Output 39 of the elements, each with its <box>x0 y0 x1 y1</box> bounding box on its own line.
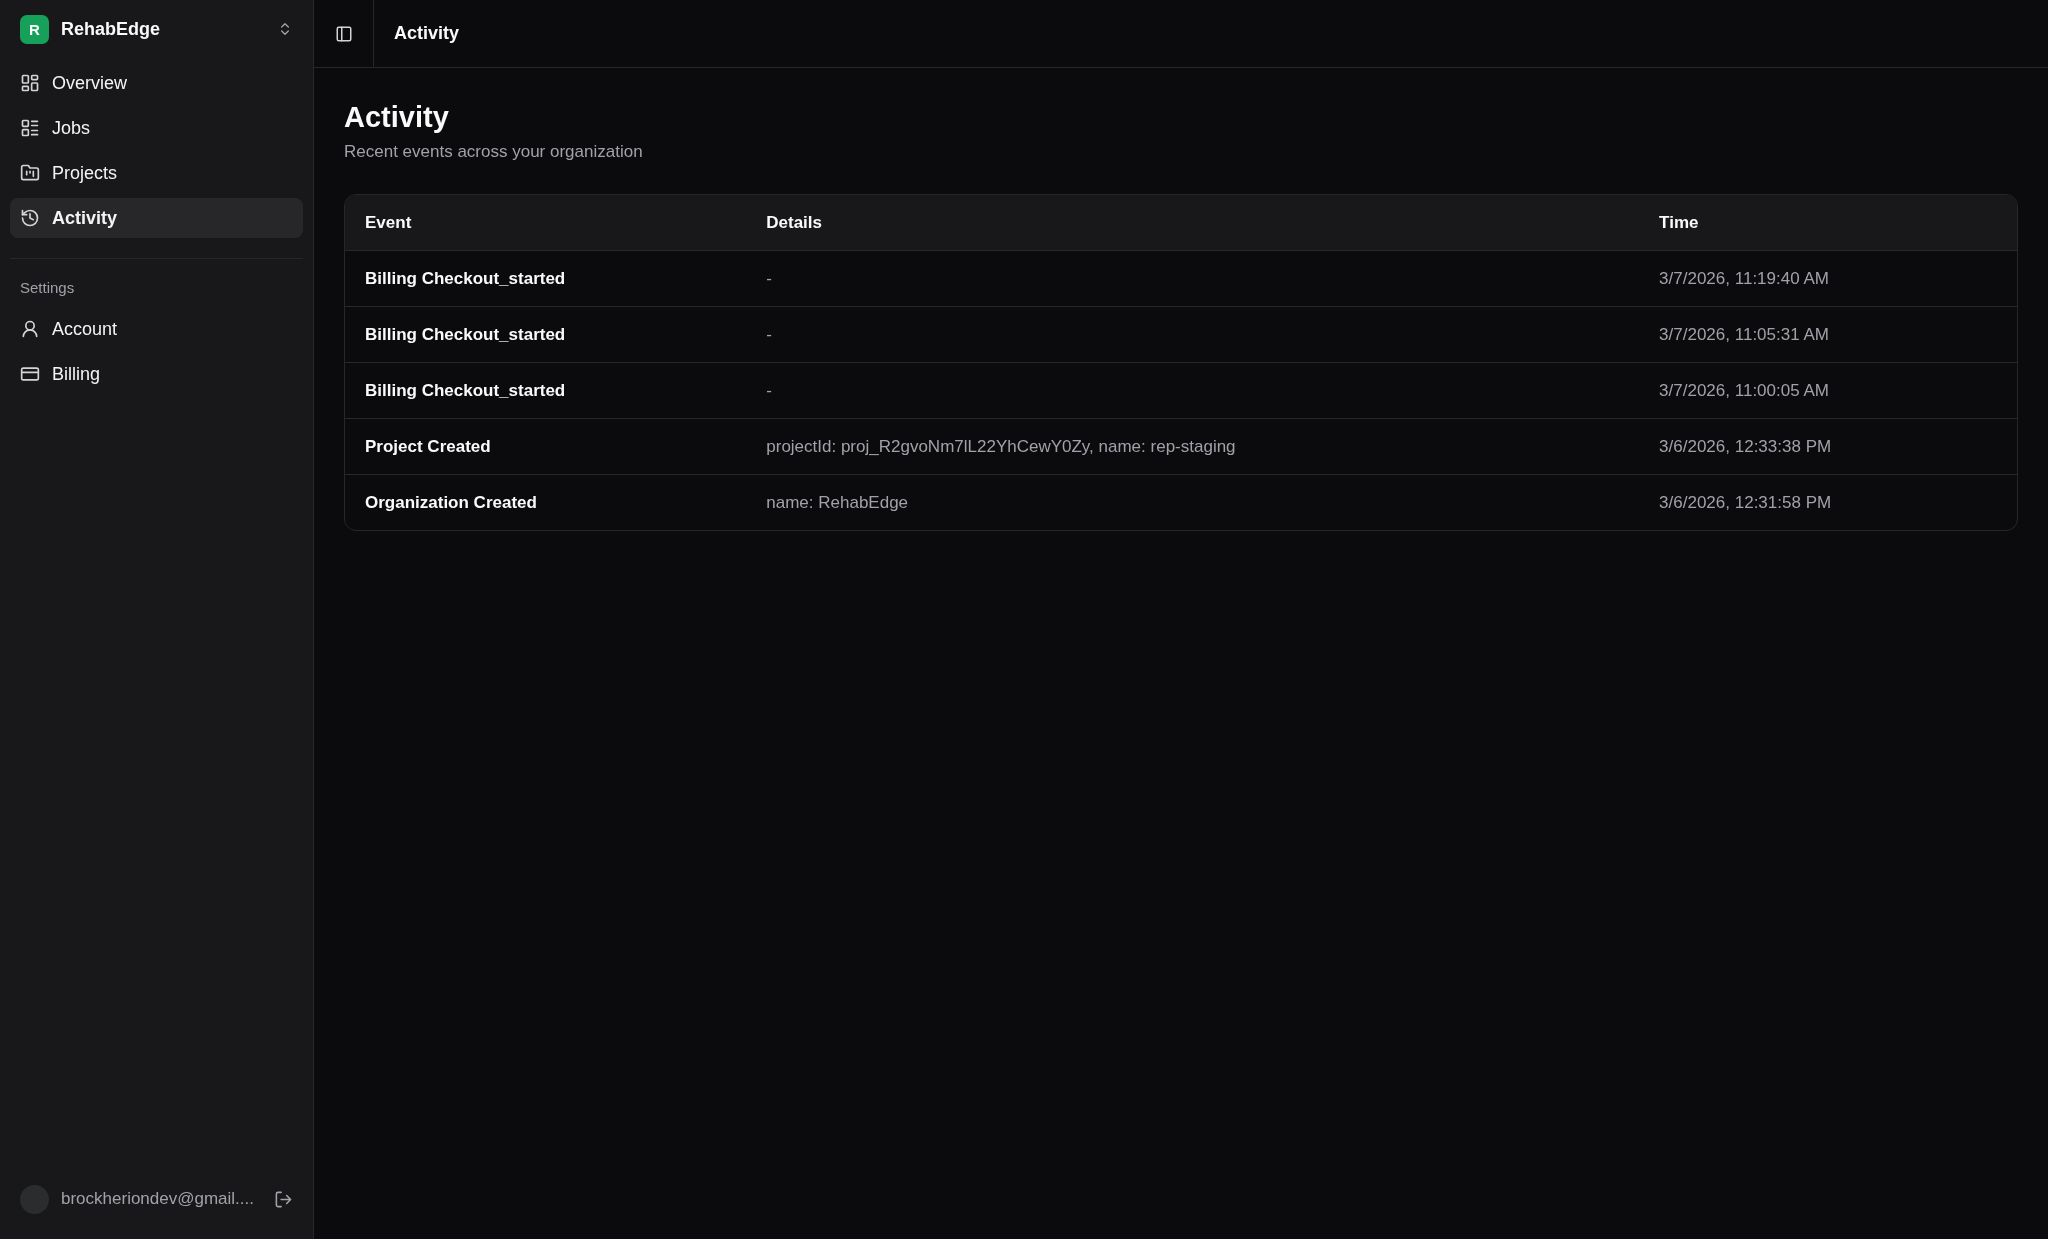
table-cell: Billing Checkout_started <box>345 251 747 307</box>
sidebar-toggle-icon[interactable] <box>334 24 353 43</box>
section-heading: Settings <box>19 279 76 298</box>
history-icon <box>20 208 40 228</box>
sidebar-item[interactable]: Projects <box>10 153 303 193</box>
list-icon <box>20 118 40 138</box>
table-cell: Billing Checkout_started <box>345 363 747 419</box>
sidebar-item[interactable]: Overview <box>10 63 303 103</box>
sidebar-item[interactable]: Billing <box>10 354 303 394</box>
page-title: Activity <box>344 101 450 134</box>
page-subtitle: Recent events across your organization <box>344 142 644 162</box>
table-cell: - <box>746 363 1640 419</box>
table-cell: Project Created <box>345 419 747 475</box>
table-cell: 3/7/2026, 11:05:31 AM <box>1639 307 2017 363</box>
table-cell: 3/7/2026, 11:19:40 AM <box>1639 251 2017 307</box>
table-cell: 3/6/2026, 12:33:38 PM <box>1639 419 2017 475</box>
table-cell: 3/7/2026, 11:00:05 AM <box>1639 363 2017 419</box>
user-email: brockheriondev@gmail.... <box>61 1189 255 1209</box>
column-header: Event <box>345 195 747 251</box>
table-cell-text: Organization Created <box>364 491 538 514</box>
table-cell: - <box>746 307 1640 363</box>
user-icon <box>20 319 40 339</box>
log-out-icon[interactable] <box>274 1189 293 1209</box>
table-cell-text: name: RehabEdge <box>765 491 910 514</box>
table-cell: Billing Checkout_started <box>345 307 747 363</box>
table-cell: - <box>746 251 1640 307</box>
sidebar-item[interactable]: Activity <box>10 198 303 238</box>
column-header: Time <box>1639 195 2017 251</box>
column-header: Details <box>746 195 1640 251</box>
credit-card-icon <box>20 364 40 384</box>
table-cell: projectId: proj_R2gvoNm7lL22YhCewY0Zy, name: rep-staging <box>746 419 1640 475</box>
sidebar-item[interactable]: Jobs <box>10 108 303 148</box>
table-cell-text: 3/6/2026, 12:31:58 PM <box>1658 491 1833 514</box>
folder-icon <box>20 163 40 183</box>
breadcrumb: Activity <box>393 23 460 44</box>
org-name: RehabEdge <box>61 18 162 40</box>
sidebar-item[interactable]: Account <box>10 309 303 349</box>
org-logo: R <box>20 14 49 44</box>
grid-icon <box>20 73 40 93</box>
